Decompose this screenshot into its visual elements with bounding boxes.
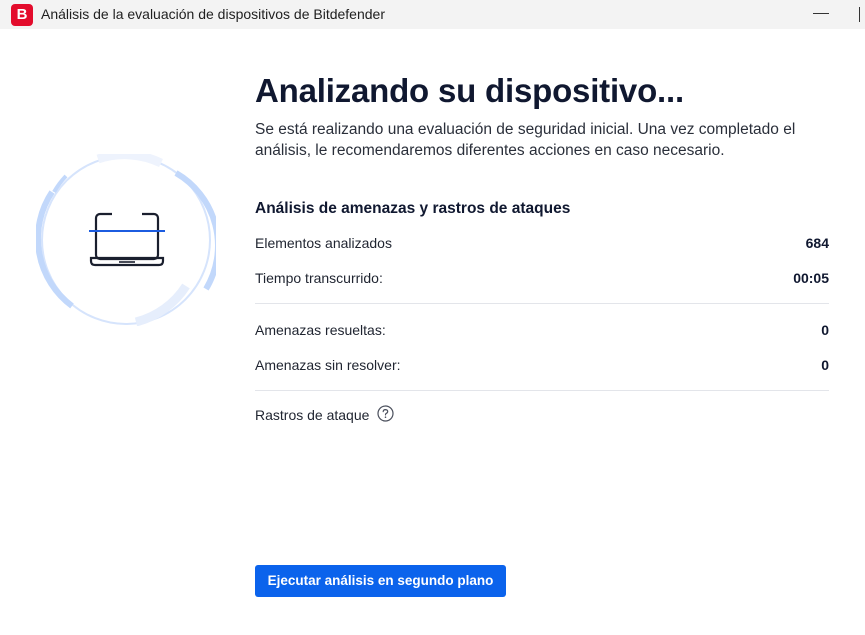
elapsed-time-row: Tiempo transcurrido: 00:05: [255, 270, 829, 290]
resolved-threats-label: Amenazas resueltas:: [255, 322, 386, 338]
run-in-background-button[interactable]: Ejecutar análisis en segundo plano: [255, 565, 506, 597]
scan-content: Analizando su dispositivo... Se está rea…: [255, 70, 829, 423]
page-title: Analizando su dispositivo...: [255, 72, 684, 109]
app-window: B Análisis de la evaluación de dispositi…: [0, 0, 865, 635]
section-title: Análisis de amenazas y rastros de ataque…: [255, 200, 571, 217]
unresolved-threats-value: 0: [821, 357, 829, 373]
scanned-items-label: Elementos analizados: [255, 235, 392, 251]
attack-traces-row: Rastros de ataque: [255, 405, 394, 425]
laptop-scan-icon: [35, 150, 221, 327]
title-bar: B Análisis de la evaluación de dispositi…: [0, 0, 865, 29]
resolved-threats-row: Amenazas resueltas: 0: [255, 322, 829, 342]
attack-traces-label: Rastros de ataque: [255, 407, 370, 423]
question-circle-icon[interactable]: [377, 405, 394, 425]
scanned-items-row: Elementos analizados 684: [255, 235, 829, 255]
minimize-button[interactable]: [800, 0, 844, 29]
bitdefender-logo-icon: B: [11, 4, 33, 26]
elapsed-time-label: Tiempo transcurrido:: [255, 270, 383, 286]
maximize-button[interactable]: [856, 0, 865, 29]
page-subtitle: Se está realizando una evaluación de seg…: [255, 121, 796, 159]
scan-illustration: [35, 150, 221, 327]
scanned-items-value: 684: [805, 235, 829, 251]
window-title: Análisis de la evaluación de dispositivo…: [41, 6, 385, 22]
divider: [255, 390, 829, 391]
unresolved-threats-label: Amenazas sin resolver:: [255, 357, 401, 373]
elapsed-time-value: 00:05: [793, 270, 829, 286]
resolved-threats-value: 0: [821, 322, 829, 338]
unresolved-threats-row: Amenazas sin resolver: 0: [255, 357, 829, 377]
divider: [255, 303, 829, 304]
